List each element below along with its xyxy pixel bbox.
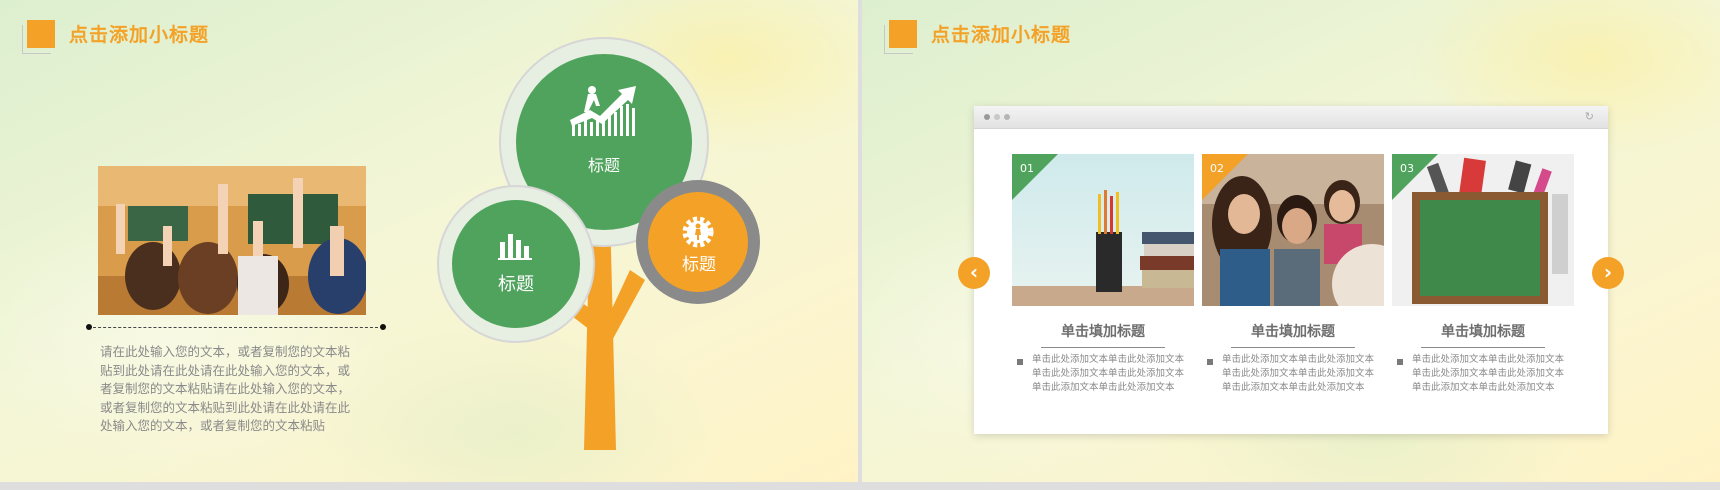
gear-person-icon bbox=[682, 216, 714, 248]
slide-2: 点击添加小标题 ↻ 01 单击填加标题 单击此处添加文本单击此处添加文本单击此处… bbox=[862, 0, 1720, 482]
body-paragraph[interactable]: 请在此处输入您的文本，或者复制您的文本粘贴到此处请在此处请在此处输入您的文本，或… bbox=[100, 343, 358, 436]
title-underline bbox=[1231, 347, 1355, 348]
card-number: 01 bbox=[1020, 162, 1034, 175]
window-dot bbox=[984, 114, 990, 120]
slide-1: 点击添加小标题 请在此处输入您的文本，或者复制您的文本粘贴到此处请在此处请在此处… bbox=[0, 0, 858, 482]
number-corner bbox=[1012, 154, 1058, 200]
header-square-icon bbox=[27, 20, 55, 48]
window-dot bbox=[994, 114, 1000, 120]
left-node-label[interactable]: 标题 bbox=[486, 270, 546, 296]
top-node-label[interactable]: 标题 bbox=[574, 152, 634, 176]
window-dot bbox=[1004, 114, 1010, 120]
card-number: 02 bbox=[1210, 162, 1224, 175]
number-corner bbox=[1392, 154, 1438, 200]
pencil-cup-photo: 01 bbox=[1012, 154, 1194, 306]
title-underline bbox=[1041, 347, 1165, 348]
card-1[interactable]: 01 单击填加标题 单击此处添加文本单击此处添加文本单击此处添加文本单击此处添加… bbox=[1012, 154, 1194, 393]
card-title[interactable]: 单击填加标题 bbox=[1202, 321, 1384, 341]
header-square-icon bbox=[889, 20, 917, 48]
card-3[interactable]: 03 单击填加标题 单击此处添加文本单击此处添加文本单击此处添加文本单击此处添加… bbox=[1392, 154, 1574, 393]
students-photo: 02 bbox=[1202, 154, 1384, 306]
slide-title[interactable]: 点击添加小标题 bbox=[931, 20, 1071, 47]
bullet-square-icon bbox=[1017, 359, 1023, 365]
title-underline bbox=[1421, 347, 1545, 348]
refresh-icon[interactable]: ↻ bbox=[1585, 110, 1594, 123]
right-node-label[interactable]: 标题 bbox=[669, 250, 729, 275]
classroom-photo bbox=[98, 166, 366, 315]
slide-title[interactable]: 点击添加小标题 bbox=[69, 20, 209, 47]
growth-chart-icon bbox=[570, 86, 636, 136]
number-corner bbox=[1202, 154, 1248, 200]
browser-frame: ↻ 01 单击填加标题 单击此处添加文本单击此处添加文本单击此处添加文本单击此处… bbox=[974, 106, 1608, 434]
bar-chart-icon bbox=[498, 234, 532, 260]
card-title[interactable]: 单击填加标题 bbox=[1012, 321, 1194, 341]
card-2[interactable]: 02 单击填加标题 单击此处添加文本单击此处添加文本单击此处添加文本单击此处添加… bbox=[1202, 154, 1384, 393]
chevron-right-icon[interactable]: › bbox=[1592, 257, 1624, 289]
card-number: 03 bbox=[1400, 162, 1414, 175]
divider-dot-left bbox=[86, 324, 92, 330]
browser-toolbar: ↻ bbox=[974, 106, 1608, 129]
chevron-left-icon[interactable]: ‹ bbox=[958, 257, 990, 289]
chalkboard-photo: 03 bbox=[1392, 154, 1574, 306]
card-text[interactable]: 单击此处添加文本单击此处添加文本单击此处添加文本单击此处添加文本单击此添加文本单… bbox=[1412, 353, 1572, 395]
card-text[interactable]: 单击此处添加文本单击此处添加文本单击此处添加文本单击此处添加文本单击此添加文本单… bbox=[1222, 353, 1382, 395]
divider-dot-right bbox=[380, 324, 386, 330]
bullet-square-icon bbox=[1397, 359, 1403, 365]
dashed-divider bbox=[88, 327, 383, 328]
card-title[interactable]: 单击填加标题 bbox=[1392, 321, 1574, 341]
bullet-square-icon bbox=[1207, 359, 1213, 365]
card-text[interactable]: 单击此处添加文本单击此处添加文本单击此处添加文本单击此处添加文本单击此添加文本单… bbox=[1032, 353, 1192, 395]
